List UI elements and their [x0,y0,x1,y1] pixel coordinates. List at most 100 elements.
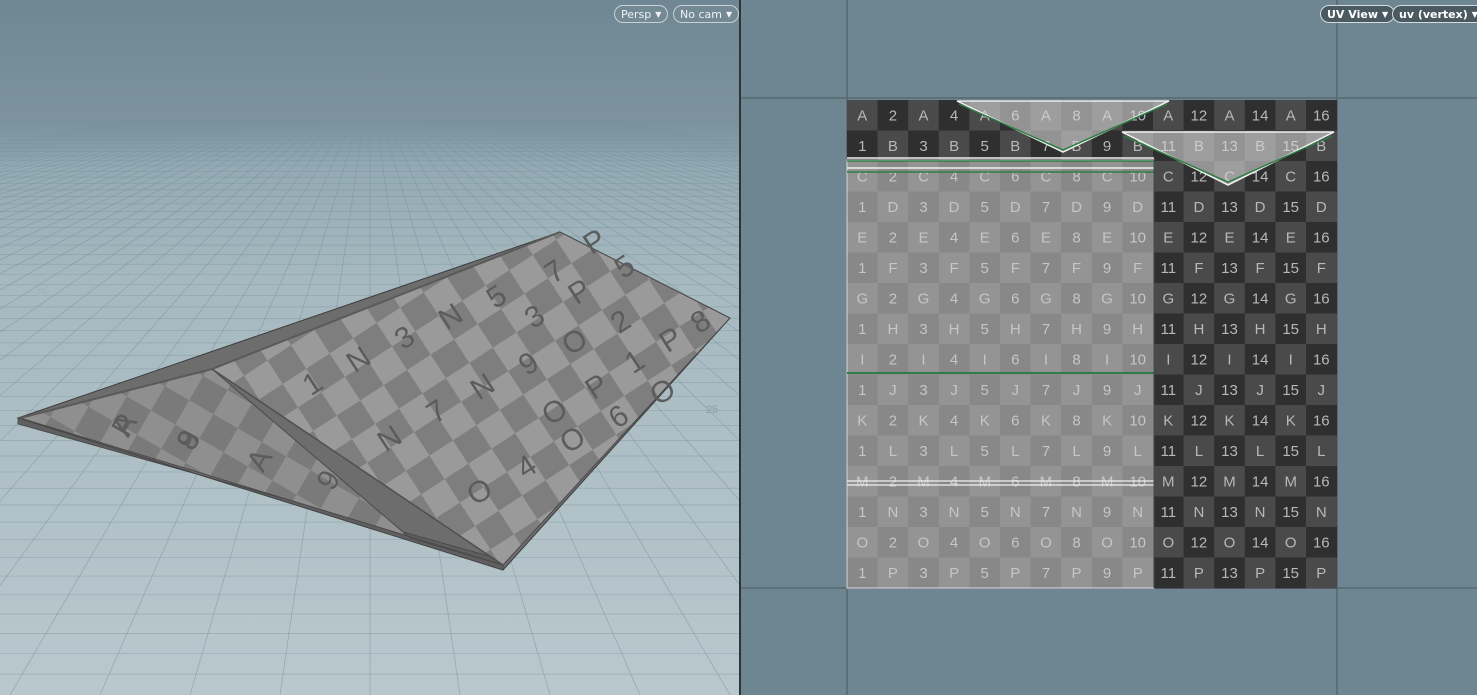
uv-tile-label: 16 [1313,351,1330,368]
uv-tile-label: 16 [1313,290,1330,307]
uv-tile-label: L [1195,443,1203,460]
uv-tile-label: 14 [1252,534,1269,551]
grid-label: 25 [706,404,718,416]
uv-tile-label: 12 [1191,351,1208,368]
camera-select-menu[interactable]: No cam ▼ [673,5,739,23]
uv-tile-label: F [1194,260,1203,277]
uv-tile-label: M [1284,473,1297,490]
uv-tile-label: 12 [1191,473,1208,490]
uv-tile-label: M [1223,473,1236,490]
uv-tile-label: O [1162,534,1174,551]
uv-tile-label: B [1010,138,1020,155]
uv-tile-label: B [949,138,959,155]
uv-tile-label: 14 [1252,107,1269,124]
uv-attribute-menu[interactable]: uv (vertex) ▼ [1392,5,1477,23]
uv-tile-label: 15 [1282,382,1299,399]
uv-view-label: UV View [1327,8,1378,21]
uv-tile-label: K [1163,412,1173,429]
uv-tile-label: 13 [1221,260,1238,277]
uv-tile-label: H [1316,321,1327,338]
uv-tile-label: 15 [1282,504,1299,521]
uv-tile-label: 12 [1191,290,1208,307]
uv-tile-label: G [1224,290,1236,307]
uv-tile-label: N [1255,504,1266,521]
uv-tile-label: J [1256,382,1264,399]
uv-tile-label: 14 [1252,290,1269,307]
uv-attribute-label: uv (vertex) [1399,8,1468,21]
uv-tile-label: 11 [1161,382,1177,399]
scene-canvas[interactable]: 25 25 A 8A91N3N5N7N9O 2O4O6O8OP1P3P5P7P 9 [0,0,739,695]
uv-tile-label: A [918,107,928,124]
uv-tile-label: H [1193,321,1204,338]
uv-tile-label: C [1285,168,1296,185]
uv-tile-label: 13 [1221,443,1238,460]
uv-viewport[interactable]: A2A4A6A8A10A12A14A161B3B5B7B9B11B13B15BC… [741,0,1477,695]
uv-tile-label: 12 [1191,229,1208,246]
uv-tile-label: 15 [1282,443,1299,460]
uv-tile-label: C [1163,168,1174,185]
camera-select-label: No cam [680,8,722,21]
uv-tile-label: 12 [1191,534,1208,551]
uv-tile-label: 5 [981,138,989,155]
uv-tile-label: A [1163,107,1173,124]
uv-tile-label: K [1224,412,1234,429]
uv-tile-label: 4 [950,107,958,124]
chevron-down-icon: ▼ [1471,10,1477,19]
uv-tile-label: N [1316,504,1327,521]
uv-tile-label: L [1256,443,1264,460]
uv-tile-label: M [1162,473,1175,490]
uv-tile-label: 15 [1282,199,1299,216]
uv-tile-label: J [1318,382,1326,399]
ramp-model[interactable]: A 8A91N3N5N7N9O 2O4O6O8OP1P3P5P7P 9 [16,223,731,571]
uv-tile-label: 9 [1103,138,1111,155]
uv-tile-label: 16 [1313,534,1330,551]
uv-tile-label: 11 [1161,199,1177,216]
uv-tile-label: 14 [1252,412,1269,429]
uv-tile-label: 11 [1161,565,1177,582]
uv-tile-label: 11 [1161,321,1177,338]
uv-tile-label: 16 [1313,229,1330,246]
uv-tile-label: 15 [1282,260,1299,277]
uv-tile-label: 14 [1252,229,1269,246]
uv-tile-label: I [1289,351,1293,368]
uv-tile-label: D [1255,199,1266,216]
uv-tile-label: N [1193,504,1204,521]
uv-tile-label: 15 [1282,565,1299,582]
uv-tile-label: 11 [1161,504,1177,521]
perspective-viewport[interactable]: 25 25 A8A91N3N5N7N9O2O4O6O8OP1P3P5P7P9 P… [0,0,739,695]
uv-tile-label: F [1317,260,1326,277]
camera-mode-menu[interactable]: Persp ▼ [614,5,669,23]
camera-mode-label: Persp [621,8,652,21]
uv-tile-label: O [1224,534,1236,551]
chevron-down-icon: ▼ [655,10,662,19]
uv-tile-label: 13 [1221,382,1238,399]
uv-tile-label: 12 [1191,412,1208,429]
uv-tile-label: G [1285,290,1297,307]
uv-tile-label: 16 [1313,107,1330,124]
uv-tile-label: 16 [1313,168,1330,185]
uv-tile-label: 14 [1252,351,1269,368]
uv-tile-label: 11 [1161,260,1177,277]
uv-tile-label: P [1255,565,1265,582]
uv-tile-label: I [1166,351,1170,368]
chevron-down-icon: ▼ [725,10,733,19]
uv-tile-label: I [1227,351,1231,368]
grid-label: 25 [36,288,48,299]
uv-tile-label: 11 [1161,443,1177,460]
uv-tile-label: D [1193,199,1204,216]
uv-tile-label: 13 [1221,504,1238,521]
uv-tile-label: 13 [1221,565,1238,582]
uv-canvas[interactable]: A2A4A6A8A10A12A14A161B3B5B7B9B11B13B15BC… [741,0,1477,695]
uv-tile-label: 13 [1221,321,1238,338]
uv-tile-label: H [1255,321,1266,338]
uv-tile-label: E [1224,229,1234,246]
uv-tile-label: 16 [1313,473,1330,490]
uv-tile-label: B [888,138,898,155]
uv-tile-label: P [1194,565,1204,582]
uv-tile-label: L [1317,443,1325,460]
uv-tile-label: O [1285,534,1297,551]
uv-tile-label: G [1162,290,1174,307]
uv-tile-label: 2 [889,107,897,124]
uv-tile-label: E [1163,229,1173,246]
uv-view-menu[interactable]: UV View ▼ [1320,5,1396,23]
